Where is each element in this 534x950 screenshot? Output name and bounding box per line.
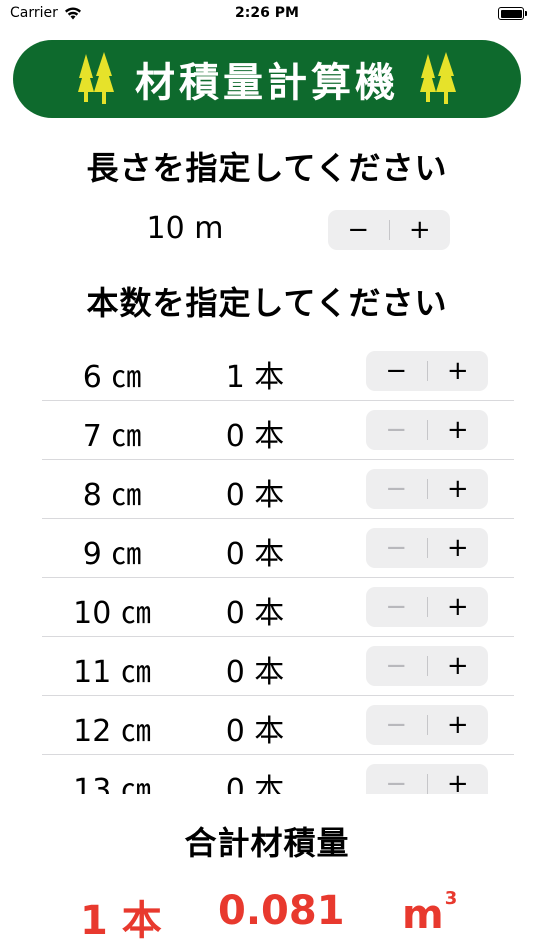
- diameter-label: 9 ㎝: [82, 537, 142, 572]
- app-title: 材積量計算機: [135, 60, 399, 106]
- count-stepper[interactable]: − +: [366, 705, 488, 745]
- count-stepper[interactable]: − +: [366, 646, 488, 686]
- count-stepper[interactable]: − +: [366, 528, 488, 568]
- increment-button[interactable]: +: [428, 764, 489, 794]
- tree-icon: [420, 52, 456, 104]
- unit-label: m: [402, 892, 444, 938]
- length-section-title: 長さを指定してください: [86, 149, 448, 187]
- list-item: 9 ㎝ 0 本 − +: [0, 519, 534, 578]
- log-count: 0 本: [225, 537, 285, 572]
- tree-icon: [78, 52, 114, 104]
- increment-button[interactable]: +: [428, 528, 489, 568]
- count-stepper[interactable]: − +: [366, 469, 488, 509]
- decrement-button[interactable]: −: [366, 469, 427, 509]
- log-count: 0 本: [225, 596, 285, 631]
- list-item: 13 ㎝ 0 本 − +: [0, 755, 534, 794]
- total-row: 1 本 0.081 m3: [0, 884, 534, 944]
- count-section-title: 本数を指定してください: [86, 284, 448, 322]
- unit-exponent: 3: [444, 888, 458, 909]
- decrement-button[interactable]: −: [366, 646, 427, 686]
- count-stepper[interactable]: − +: [366, 410, 488, 450]
- list-item: 7 ㎝ 0 本 − +: [0, 401, 534, 460]
- increment-button[interactable]: +: [428, 646, 489, 686]
- diameter-list[interactable]: 6 ㎝ 1 本 − +7 ㎝ 0 本 − +8 ㎝ 0 本 − +9 ㎝ 0 本 − +10 ㎝ 0 本 −…: [0, 342, 534, 794]
- increment-button[interactable]: +: [428, 469, 489, 509]
- diameter-label: 12 ㎝: [73, 714, 151, 749]
- diameter-label: 6 ㎝: [82, 360, 142, 395]
- list-item: 8 ㎝ 0 本 − +: [0, 460, 534, 519]
- total-title: 合計材積量: [184, 824, 350, 862]
- total-volume: 0.081: [218, 888, 345, 934]
- diameter-label: 11 ㎝: [73, 655, 151, 690]
- list-item: 11 ㎝ 0 本 − +: [0, 637, 534, 696]
- status-time: 2:26 PM: [235, 5, 299, 21]
- app-banner: 材積量計算機: [13, 40, 521, 118]
- log-count: 0 本: [225, 714, 285, 749]
- length-stepper[interactable]: − +: [328, 210, 450, 250]
- diameter-label: 7 ㎝: [82, 419, 142, 454]
- increment-button[interactable]: +: [428, 351, 489, 391]
- length-increment-button[interactable]: +: [390, 210, 451, 250]
- status-bar: Carrier 2:26 PM: [0, 0, 534, 30]
- total-unit: m3: [402, 888, 457, 938]
- decrement-button[interactable]: −: [366, 587, 427, 627]
- battery-icon: [498, 7, 527, 20]
- length-value: 10 m: [146, 211, 224, 246]
- log-count: 1 本: [225, 360, 285, 395]
- decrement-button[interactable]: −: [366, 351, 427, 391]
- log-count: 0 本: [225, 478, 285, 513]
- decrement-button[interactable]: −: [366, 410, 427, 450]
- list-item: 6 ㎝ 1 本 − +: [0, 342, 534, 401]
- diameter-label: 10 ㎝: [73, 596, 151, 631]
- log-count: 0 本: [225, 655, 285, 690]
- count-stepper[interactable]: − +: [366, 351, 488, 391]
- decrement-button[interactable]: −: [366, 764, 427, 794]
- log-count: 0 本: [225, 773, 285, 794]
- length-decrement-button[interactable]: −: [328, 210, 389, 250]
- decrement-button[interactable]: −: [366, 528, 427, 568]
- list-item: 12 ㎝ 0 本 − +: [0, 696, 534, 755]
- increment-button[interactable]: +: [428, 410, 489, 450]
- log-count: 0 本: [225, 419, 285, 454]
- total-count: 1 本: [80, 898, 162, 944]
- increment-button[interactable]: +: [428, 587, 489, 627]
- decrement-button[interactable]: −: [366, 705, 427, 745]
- diameter-label: 8 ㎝: [82, 478, 142, 513]
- count-stepper[interactable]: − +: [366, 587, 488, 627]
- increment-button[interactable]: +: [428, 705, 489, 745]
- diameter-label: 13 ㎝: [73, 773, 151, 794]
- count-stepper[interactable]: − +: [366, 764, 488, 794]
- list-item: 10 ㎝ 0 本 − +: [0, 578, 534, 637]
